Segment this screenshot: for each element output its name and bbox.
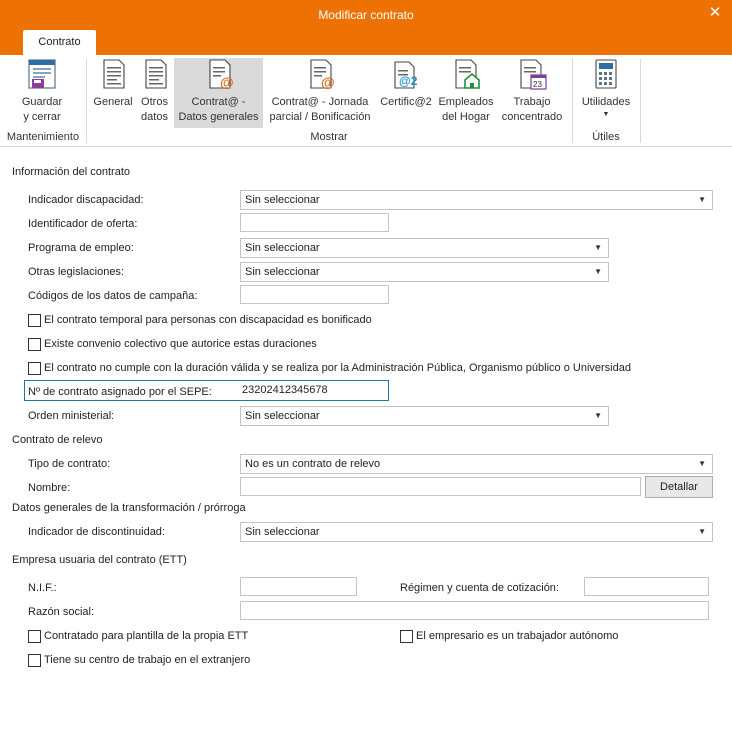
group-mostrar-label: Mostrar (310, 131, 348, 143)
discontinuidad-value: Sin seleccionar (245, 526, 320, 538)
campana-label: Códigos de los datos de campaña: (28, 290, 198, 302)
programa-select[interactable]: Sin seleccionar ▼ (240, 238, 609, 258)
legislaciones-value: Sin seleccionar (245, 266, 320, 278)
regimen-input[interactable] (584, 577, 709, 596)
convenio-checkbox[interactable] (28, 338, 41, 351)
document-at2-icon: @2 (394, 61, 418, 89)
tab-contrato[interactable]: Contrato (23, 30, 96, 55)
certifica2-button[interactable]: @2 Certific@2 (377, 58, 435, 110)
group-separator (640, 59, 641, 143)
sepe-label: Nº de contrato asignado por el SEPE: (28, 386, 212, 398)
contrata-jornada-parcial-label: Contrat@ - Jornada parcial / Bonificació… (269, 96, 371, 123)
general-button[interactable]: General (91, 58, 135, 110)
contrata-datos-generales-button[interactable]: @ Contrat@ - Datos generales (174, 58, 263, 128)
ribbon: Guardar y cerrar Mantenimiento General O… (0, 55, 732, 147)
orden-value: Sin seleccionar (245, 410, 320, 422)
bonificado-label: El contrato temporal para personas con d… (44, 314, 372, 326)
regimen-label: Régimen y cuenta de cotización: (400, 582, 559, 594)
general-label: General (93, 96, 133, 108)
window-title: Modificar contrato (318, 8, 414, 22)
plantilla-ett-label: Contratado para plantilla de la propia E… (44, 630, 249, 642)
contrata-datos-generales-label: Contrat@ - Datos generales (178, 96, 259, 123)
dropdown-arrow-icon: ▼ (594, 243, 602, 252)
dropdown-arrow-icon: ▼ (602, 111, 610, 118)
close-icon[interactable]: ✕ (706, 4, 724, 22)
orden-select[interactable]: Sin seleccionar ▼ (240, 406, 609, 426)
campana-input[interactable] (240, 285, 389, 304)
dropdown-arrow-icon: ▼ (698, 459, 706, 468)
orden-label: Orden ministerial: (28, 410, 115, 422)
legislaciones-select[interactable]: Sin seleccionar ▼ (240, 262, 609, 282)
otros-datos-button[interactable]: Otros datos (136, 58, 173, 125)
at-badge: @ (220, 74, 234, 90)
autonomo-label: El empresario es un trabajador autónomo (416, 630, 619, 642)
guardar-cerrar-label: Guardar y cerrar (21, 96, 63, 123)
razon-social-input[interactable] (240, 601, 709, 620)
discontinuidad-select[interactable]: Sin seleccionar ▼ (240, 522, 713, 542)
detallar-button[interactable]: Detallar (645, 476, 713, 498)
discapacidad-select[interactable]: Sin seleccionar ▼ (240, 190, 713, 210)
document-icon (103, 59, 125, 89)
dropdown-arrow-icon: ▼ (594, 267, 602, 276)
nombre-label: Nombre: (28, 482, 71, 494)
utilidades-label: Utilidades (581, 96, 631, 108)
title-bar: Modificar contrato ✕ (0, 0, 732, 30)
document-icon (144, 59, 167, 89)
nif-label: N.I.F.: (28, 582, 57, 594)
dropdown-arrow-icon: ▼ (698, 527, 706, 536)
oferta-label: Identificador de oferta: (28, 218, 138, 230)
nombre-input[interactable] (240, 477, 641, 496)
no-cumple-checkbox[interactable] (28, 362, 41, 375)
tipo-contrato-select[interactable]: No es un contrato de relevo ▼ (240, 454, 713, 474)
section-informacion-contrato: Información del contrato (12, 166, 131, 178)
section-transformacion: Datos generales de la transformación / p… (12, 502, 246, 514)
contrata-jornada-parcial-button[interactable]: @ Contrat@ - Jornada parcial / Bonificac… (264, 58, 376, 125)
bonificado-checkbox[interactable] (28, 314, 41, 327)
extranjero-checkbox[interactable] (28, 654, 41, 667)
discontinuidad-label: Indicador de discontinuidad: (28, 526, 165, 538)
dropdown-arrow-icon: ▼ (698, 195, 706, 204)
convenio-label: Existe convenio colectivo que autorice e… (44, 338, 317, 350)
extranjero-label: Tiene su centro de trabajo en el extranj… (44, 654, 251, 666)
no-cumple-label: El contrato no cumple con la duración vá… (44, 362, 631, 374)
discapacidad-value: Sin seleccionar (245, 194, 320, 206)
nif-input[interactable] (240, 577, 357, 596)
group-mantenimiento-label: Mantenimiento (6, 131, 80, 143)
at-badge: @ (321, 74, 335, 90)
oferta-input[interactable] (240, 213, 389, 232)
empleados-hogar-button[interactable]: Empleados del Hogar (436, 58, 496, 125)
save-form-icon (28, 59, 56, 89)
document-at-icon: @ (208, 59, 234, 90)
autonomo-checkbox[interactable] (400, 630, 413, 643)
section-empresa-ett: Empresa usuaria del contrato (ETT) (12, 554, 187, 566)
utilidades-button[interactable]: Utilidades ▼ (577, 58, 635, 120)
guardar-cerrar-button[interactable]: Guardar y cerrar (12, 58, 72, 125)
legislaciones-label: Otras legislaciones: (28, 266, 124, 278)
section-contrato-relevo: Contrato de relevo (12, 434, 103, 446)
tipo-contrato-label: Tipo de contrato: (28, 458, 111, 470)
tab-strip: Contrato (0, 30, 732, 55)
empleados-hogar-label: Empleados del Hogar (438, 96, 494, 123)
calculator-icon (595, 59, 617, 89)
programa-label: Programa de empleo: (28, 242, 134, 254)
document-house-icon (455, 59, 480, 89)
discapacidad-label: Indicador discapacidad: (28, 194, 144, 206)
trabajo-concentrado-label: Trabajo concentrado (501, 96, 563, 123)
otros-datos-label: Otros datos (141, 96, 168, 123)
dropdown-arrow-icon: ▼ (594, 411, 602, 420)
calendar-day: 23 (533, 80, 542, 89)
tipo-contrato-value: No es un contrato de relevo (245, 458, 381, 470)
certifica2-label: Certific@2 (380, 96, 432, 108)
programa-value: Sin seleccionar (245, 242, 320, 254)
at2-badge: @2 (399, 74, 418, 88)
sepe-input[interactable]: 23202412345678 (242, 384, 328, 396)
group-utiles-label: Útiles (592, 131, 620, 143)
plantilla-ett-checkbox[interactable] (28, 630, 41, 643)
document-at-icon: @ (310, 59, 335, 90)
razon-social-label: Razón social: (28, 606, 95, 618)
document-calendar-icon: 23 (520, 59, 547, 90)
trabajo-concentrado-button[interactable]: 23 Trabajo concentrado (497, 58, 567, 125)
